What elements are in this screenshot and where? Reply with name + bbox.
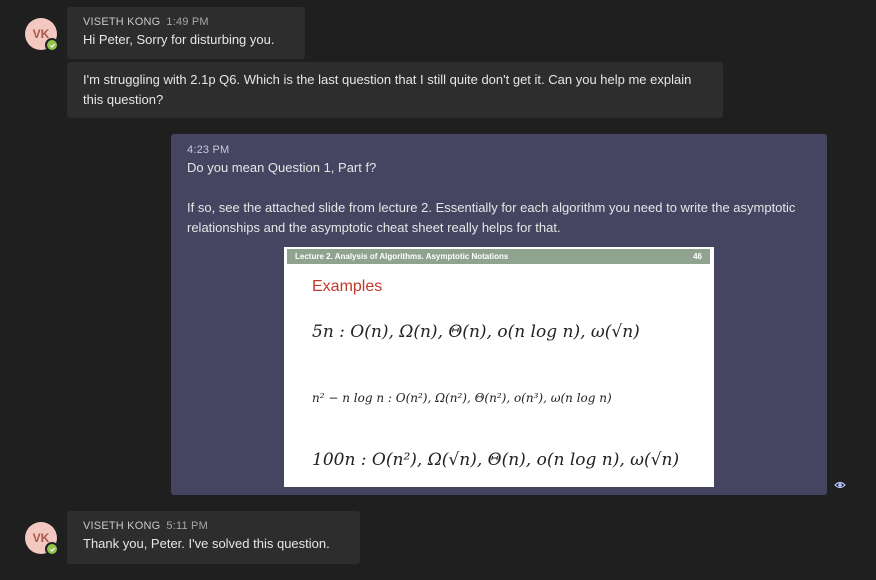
message-text: I'm struggling with 2.1p Q6. Which is th… <box>83 72 692 107</box>
slide-math-line: n² − n log n : O(n²), Ω(n²), Θ(n²), o(n³… <box>312 391 612 405</box>
sender-name: VISETH KONG <box>83 520 161 532</box>
slide-page-number: 46 <box>693 252 702 261</box>
message-text: Do you mean Question 1, Part f? <box>187 160 377 175</box>
presence-available-icon <box>45 38 59 52</box>
message-bubble: VISETH KONG 1:49 PM Hi Peter, Sorry for d… <box>67 7 305 59</box>
message-meta: VISETH KONG 1:49 PM <box>83 16 289 28</box>
slide-math-line: 100n : O(n²), Ω(√n), Θ(n), o(n log n), ω… <box>312 450 680 470</box>
slide-title: Examples <box>312 278 383 295</box>
message-time: 5:11 PM <box>166 520 208 532</box>
message-text: Hi Peter, Sorry for disturbing you. <box>83 32 275 47</box>
message-meta: VISETH KONG 5:11 PM <box>83 520 344 532</box>
sender-name: VISETH KONG <box>83 16 161 28</box>
slide-header-title: Lecture 2. Analysis of Algorithms. Asymp… <box>295 252 509 261</box>
slide-math-line: 5n : O(n), Ω(n), Θ(n), o(n log n), ω(√n) <box>312 322 640 342</box>
message-bubble: VISETH KONG 5:11 PM Thank you, Peter. I'v… <box>67 511 360 564</box>
message-text: Thank you, Peter. I've solved this quest… <box>83 536 330 551</box>
message-time: 1:49 PM <box>166 16 209 28</box>
message-text: If so, see the attached slide from lectu… <box>187 200 796 235</box>
slide-header: Lecture 2. Analysis of Algorithms. Asymp… <box>287 249 710 264</box>
seen-eye-icon <box>834 481 846 489</box>
presence-available-icon <box>45 542 59 556</box>
message-bubble: I'm struggling with 2.1p Q6. Which is th… <box>67 62 723 118</box>
attached-slide-image[interactable]: Lecture 2. Analysis of Algorithms. Asymp… <box>284 247 714 487</box>
message-time: 4:23 PM <box>187 144 230 156</box>
